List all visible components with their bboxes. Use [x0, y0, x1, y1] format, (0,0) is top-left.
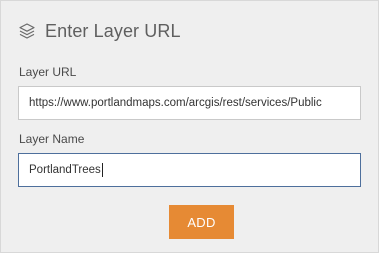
- layer-url-input[interactable]: https://www.portlandmaps.com/arcgis/rest…: [18, 86, 361, 120]
- layer-url-value: https://www.portlandmaps.com/arcgis/rest…: [29, 97, 322, 109]
- layers-icon: [18, 22, 36, 40]
- add-layer-panel: Enter Layer URL Layer URL https://www.po…: [0, 0, 379, 253]
- add-button[interactable]: ADD: [169, 205, 234, 239]
- layer-url-label: Layer URL: [19, 65, 77, 79]
- dialog-title: Enter Layer URL: [45, 20, 181, 41]
- layer-name-value: PortlandTrees: [29, 164, 101, 176]
- dialog-header: Enter Layer URL: [18, 18, 181, 44]
- text-cursor: [101, 163, 103, 177]
- layer-name-input[interactable]: PortlandTrees: [18, 153, 361, 187]
- layer-name-label: Layer Name: [19, 132, 85, 146]
